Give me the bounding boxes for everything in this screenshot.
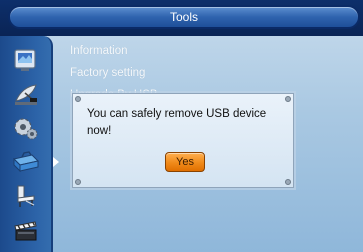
information-icon[interactable] (11, 46, 41, 74)
menu-item-factory-setting[interactable]: Factory setting (70, 62, 350, 84)
yes-button[interactable]: Yes (165, 152, 205, 172)
title-bar: Tools (8, 5, 360, 29)
dialog-corner (75, 96, 81, 102)
dialog-corner (285, 179, 291, 185)
page-title: Tools (169, 10, 198, 24)
dialog-message: You can safely remove USB device now! (87, 108, 267, 137)
menu-item-information[interactable]: Information (70, 40, 350, 62)
chair-icon[interactable] (11, 182, 41, 210)
sidebar (0, 36, 59, 252)
tools-screen: Tools Information Factory setting You ca… (0, 0, 363, 252)
satellite-dish-icon[interactable] (11, 80, 41, 108)
dialog-corner (75, 179, 81, 185)
header-bar: Tools (0, 0, 363, 36)
usb-remove-dialog: You can safely remove USB device now! Ye… (72, 93, 294, 188)
dialog-corner (285, 96, 291, 102)
toolbox-icon[interactable] (11, 148, 59, 176)
clapperboard-icon[interactable] (11, 216, 41, 244)
settings-gears-icon[interactable] (11, 114, 41, 142)
